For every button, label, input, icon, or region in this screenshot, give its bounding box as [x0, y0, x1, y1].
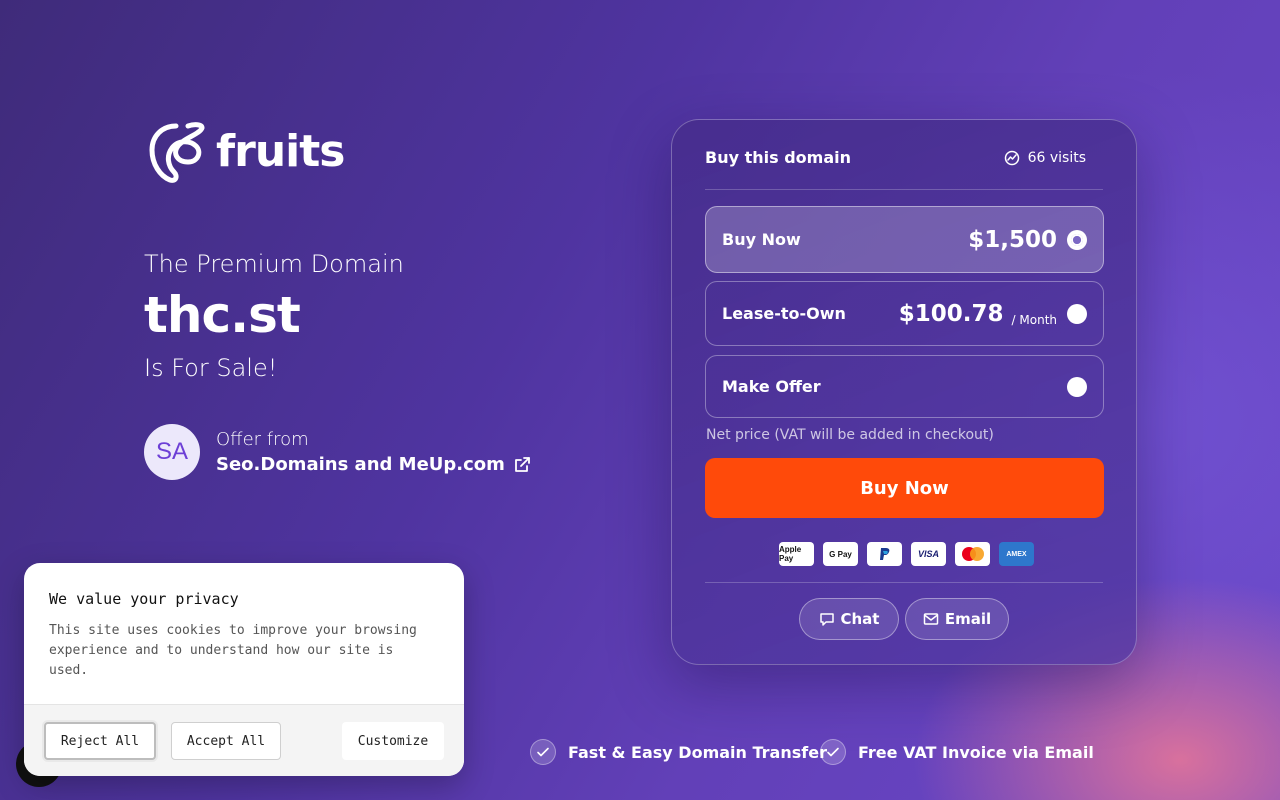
option-buy-now[interactable]: Buy Now $1,500 — [705, 206, 1104, 273]
chat-button[interactable]: Chat — [799, 598, 899, 640]
option-buy-now-label: Buy Now — [722, 230, 801, 249]
email-button-label: Email — [944, 610, 992, 628]
option-make-offer-label: Make Offer — [722, 377, 821, 396]
offer-from-label: Offer from — [216, 429, 309, 450]
feature-domain-transfer: Fast & Easy Domain Transfer — [530, 739, 827, 765]
mail-icon — [923, 613, 939, 625]
option-lease-radio[interactable] — [1067, 303, 1087, 324]
feature-domain-transfer-label: Fast & Easy Domain Transfer — [568, 742, 827, 762]
option-lease-unit: / Month — [1011, 313, 1057, 327]
feature-vat-invoice-label: Free VAT Invoice via Email — [858, 742, 1094, 762]
accept-all-button[interactable]: Accept All — [171, 722, 281, 760]
cookie-text: This site uses cookies to improve your b… — [49, 623, 417, 678]
seller-info: SA Offer from Seo.Domains and MeUp.com — [144, 424, 531, 480]
email-button[interactable]: Email — [905, 598, 1009, 640]
apple-pay-icon: Apple Pay — [779, 542, 814, 566]
chat-icon — [819, 613, 834, 626]
option-lease-label: Lease-to-Own — [722, 304, 846, 323]
seller-link[interactable]: Seo.Domains and MeUp.com — [216, 454, 531, 475]
net-price-note: Net price (VAT will be added in checkout… — [706, 427, 994, 443]
payment-methods: Apple Pay G Pay VISA AMEX — [779, 542, 1034, 566]
option-buy-now-radio[interactable] — [1067, 229, 1087, 250]
check-icon — [820, 739, 846, 765]
mastercard-icon — [955, 542, 990, 566]
google-pay-icon: G Pay — [823, 542, 858, 566]
card-divider-top — [705, 189, 1103, 190]
brand-logo[interactable]: fruits — [144, 120, 345, 184]
option-buy-now-price: $1,500 — [968, 226, 1057, 253]
trend-icon — [1004, 150, 1019, 165]
amex-icon: AMEX — [999, 542, 1034, 566]
option-lease-to-own[interactable]: Lease-to-Own $100.78 / Month — [705, 281, 1104, 346]
cookie-footer: Reject All Accept All Customize — [24, 704, 464, 776]
visits-count: 66 visits — [1027, 149, 1086, 166]
card-header: Buy this domain 66 visits — [705, 148, 1086, 167]
domain-name: thc.st — [144, 286, 301, 344]
customize-button[interactable]: Customize — [342, 722, 444, 760]
hero-for-sale: Is For Sale! — [144, 354, 278, 382]
purchase-card: Buy this domain 66 visits Buy Now $1,500… — [671, 119, 1137, 665]
reject-all-button[interactable]: Reject All — [44, 722, 156, 760]
visits-counter: 66 visits — [1004, 150, 1086, 166]
card-divider-bottom — [705, 582, 1103, 583]
card-title: Buy this domain — [705, 148, 851, 167]
cookie-banner: We value your privacy This site uses coo… — [24, 563, 464, 776]
cookie-title: We value your privacy — [49, 590, 239, 608]
external-link-icon[interactable] — [513, 456, 531, 474]
option-make-offer-radio[interactable] — [1067, 376, 1087, 397]
check-icon — [530, 739, 556, 765]
option-make-offer[interactable]: Make Offer — [705, 355, 1104, 418]
paypal-icon — [867, 542, 902, 566]
seller-name[interactable]: Seo.Domains and MeUp.com — [216, 454, 505, 475]
hero-premium-label: The Premium Domain — [144, 250, 404, 278]
buy-now-button[interactable]: Buy Now — [705, 458, 1104, 518]
feature-vat-invoice: Free VAT Invoice via Email — [820, 739, 1094, 765]
fruits-logo-icon — [149, 122, 205, 183]
brand-name: fruits — [216, 126, 345, 177]
option-lease-price: $100.78 — [898, 300, 1004, 327]
chat-button-label: Chat — [840, 610, 880, 628]
seller-avatar: SA — [144, 424, 200, 480]
visa-icon: VISA — [911, 542, 946, 566]
